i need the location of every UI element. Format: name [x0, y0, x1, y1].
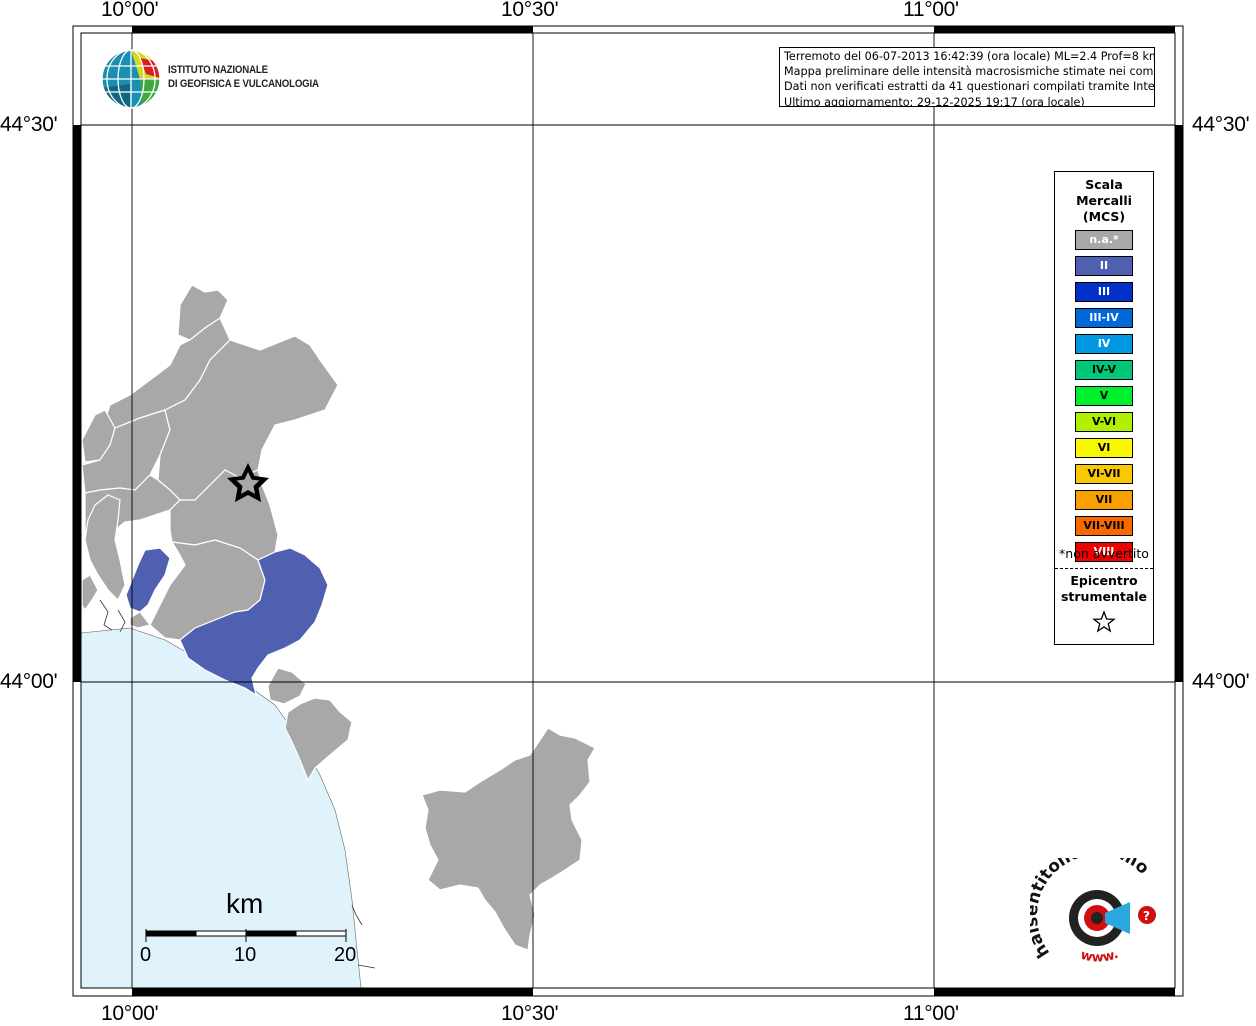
intensity-legend: Scala Mercalli (MCS) n.a.* II III III-IV IV I… [1054, 171, 1154, 645]
scale-tick-10: 10 [234, 944, 257, 966]
lon-label-top-10-30: 10°30' [501, 0, 559, 21]
legend-item: n.a.* [1075, 230, 1133, 250]
lon-label-top-11-00: 11°00' [903, 0, 959, 21]
scale-unit: km [226, 888, 264, 919]
legend-item: VI [1075, 438, 1133, 458]
lat-label-right-44-00: 44°00' [1192, 670, 1250, 693]
star-outline-icon [1092, 610, 1116, 633]
info-line-1: Terremoto del 06-07-2013 16:42:39 (ora l… [784, 50, 1155, 63]
legend-item: IV [1075, 334, 1133, 354]
lon-label-top-10-00: 10°00' [101, 0, 159, 21]
info-line-4: Ultimo aggiornamento: 29-12-2025 19:17 (… [784, 95, 1085, 107]
legend-item: III [1075, 282, 1133, 302]
legend-item: IV-V [1075, 360, 1133, 380]
scale-tick-20: 20 [334, 944, 357, 966]
website-logo: haisentitoilterremoto.it www. ? [1030, 858, 1156, 966]
legend-title: Scala Mercalli (MCS) [1076, 177, 1132, 224]
legend-item: VI-VII [1075, 464, 1133, 484]
legend-item: V-VI [1075, 412, 1133, 432]
earthquake-info-box: Terremoto del 06-07-2013 16:42:39 (ora l… [779, 47, 1155, 107]
svg-text:?: ? [1143, 909, 1150, 923]
speaker-target-icon: ? [1069, 890, 1156, 946]
website-prefix: www. [1079, 947, 1121, 966]
legend-item: III-IV [1075, 308, 1133, 328]
legend-item: II [1075, 256, 1133, 276]
svg-text:www.: www. [1079, 947, 1121, 966]
institute-name: ISTITUTO NAZIONALE DI GEOFISICA E VULCAN… [168, 64, 319, 90]
legend-note: *non avvertito [1059, 546, 1149, 561]
ingv-globe-icon [101, 49, 161, 109]
lat-label-left-44-30: 44°30' [0, 113, 58, 136]
info-line-3: Dati non verificati estratti da 41 quest… [784, 80, 1155, 94]
info-line-2: Mappa preliminare delle intensità macros… [784, 65, 1155, 79]
scale-tick-0: 0 [140, 944, 152, 966]
legend-item: VII-VIII [1075, 516, 1133, 536]
lon-label-bottom-10-30: 10°30' [501, 1002, 559, 1025]
legend-item: V [1075, 386, 1133, 406]
lat-label-right-44-30: 44°30' [1192, 113, 1250, 136]
legend-items: n.a.* II III III-IV IV IV-V V V-VI VI VI-VII VII VI… [1075, 230, 1133, 568]
legend-epicenter-title: Epicentro strumentale [1060, 573, 1148, 604]
lon-label-bottom-10-00: 10°00' [101, 1002, 159, 1025]
lon-label-bottom-11-00: 11°00' [903, 1002, 959, 1025]
legend-separator [1055, 568, 1153, 569]
legend-item: VII [1075, 490, 1133, 510]
lat-label-left-44-00: 44°00' [0, 670, 58, 693]
